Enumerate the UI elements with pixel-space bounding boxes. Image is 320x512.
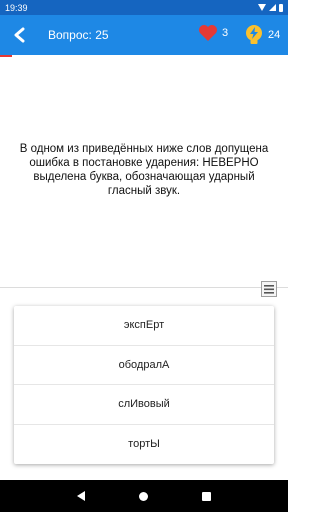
nav-recents-icon[interactable] <box>202 491 211 501</box>
answer-list: экспЕрт ободралА слИвовый тортЫ <box>14 306 274 464</box>
lives-indicator[interactable]: 3 <box>198 24 228 42</box>
battery-icon <box>279 3 283 12</box>
nav-home-icon[interactable] <box>139 491 148 501</box>
menu-button[interactable] <box>261 281 277 297</box>
answer-option[interactable]: ободралА <box>14 346 274 385</box>
app-bar: Вопрос: 25 3 24 <box>0 15 288 55</box>
nav-back-icon[interactable] <box>77 491 85 501</box>
lightbulb-icon <box>246 25 262 44</box>
answer-option[interactable]: тортЫ <box>14 425 274 465</box>
status-icons <box>258 3 283 12</box>
hints-indicator[interactable]: 24 <box>244 24 280 46</box>
divider <box>0 287 288 288</box>
back-arrow-icon <box>14 27 25 43</box>
question-number: Вопрос: 25 <box>48 28 109 42</box>
menu-icon <box>264 284 274 294</box>
lives-count: 3 <box>222 27 229 39</box>
system-nav-bar <box>0 480 288 512</box>
status-time: 19:39 <box>5 2 28 13</box>
answer-option[interactable]: слИвовый <box>14 385 274 425</box>
progress-accent <box>0 55 12 57</box>
signal-icon <box>269 4 276 11</box>
answer-option[interactable]: экспЕрт <box>14 306 274 346</box>
question-text: В одном из приведённых ниже слов допущен… <box>19 143 269 197</box>
hints-count: 24 <box>268 29 281 41</box>
heart-icon <box>199 25 217 41</box>
back-button[interactable] <box>6 21 34 49</box>
wifi-icon <box>258 4 266 11</box>
status-bar: 19:39 <box>0 0 288 15</box>
